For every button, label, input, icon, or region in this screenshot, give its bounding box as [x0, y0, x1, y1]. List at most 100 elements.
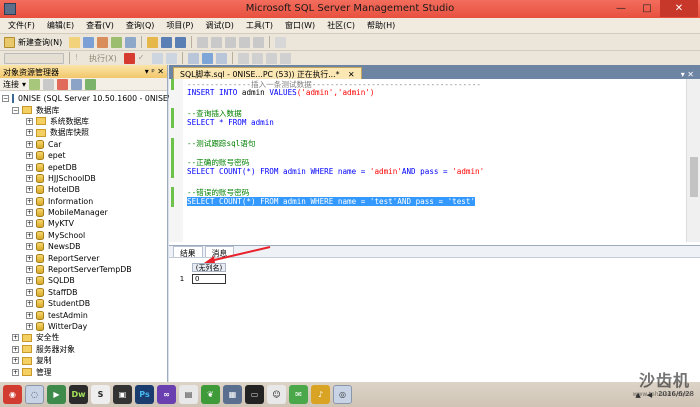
- tree-server-node[interactable]: − 0NISE (SQL Server 10.50.1600 - 0NISE\a: [0, 93, 175, 104]
- filter-icon[interactable]: [71, 78, 83, 90]
- sql-code-editor[interactable]: --------------插入一条测试数据------------------…: [169, 79, 686, 242]
- s-app-icon[interactable]: S: [91, 385, 110, 404]
- tab-close-icon[interactable]: ✕: [348, 70, 355, 79]
- expand-icon[interactable]: +: [26, 288, 33, 296]
- connect-object-icon[interactable]: [29, 78, 41, 90]
- tree-database-item[interactable]: + StudentDB: [0, 298, 167, 309]
- connect-button[interactable]: 连接: [3, 79, 19, 90]
- dmx-query-icon[interactable]: [111, 36, 123, 48]
- expand-icon[interactable]: +: [26, 186, 33, 194]
- results-to-text-icon[interactable]: [187, 52, 199, 64]
- expand-icon[interactable]: +: [26, 254, 33, 262]
- execute-button[interactable]: 执行(X): [89, 53, 117, 64]
- stop-icon[interactable]: [57, 78, 69, 90]
- save-all-icon[interactable]: [175, 36, 187, 48]
- collapse-icon[interactable]: −: [2, 95, 9, 103]
- tree-database-item[interactable]: + Information: [0, 196, 167, 207]
- qq-icon[interactable]: ☺: [267, 385, 286, 404]
- save-icon[interactable]: [161, 36, 173, 48]
- tree-security-node[interactable]: + 安全性: [0, 332, 167, 343]
- toolbox-icon[interactable]: [253, 36, 265, 48]
- tree-snapshot-node[interactable]: + 数据库快照: [0, 127, 167, 138]
- disconnect-icon[interactable]: [43, 78, 55, 90]
- tree-database-item[interactable]: + Car: [0, 139, 167, 150]
- menu-view[interactable]: 查看(V): [86, 20, 114, 31]
- music-icon[interactable]: ♪: [311, 385, 330, 404]
- query-designer-icon[interactable]: [165, 52, 177, 64]
- tree-database-item[interactable]: + ReportServerTempDB: [0, 264, 167, 275]
- tab-results[interactable]: 结果: [173, 246, 203, 258]
- active-app-icon[interactable]: ◎: [333, 385, 352, 404]
- tree-database-item[interactable]: + testAdmin: [0, 309, 167, 320]
- xmla-query-icon[interactable]: [125, 36, 137, 48]
- menu-query[interactable]: 查询(Q): [126, 20, 155, 31]
- expand-icon[interactable]: +: [26, 300, 33, 308]
- expand-icon[interactable]: +: [26, 231, 33, 239]
- explorer-task-icon[interactable]: ◌: [25, 385, 44, 404]
- tree-database-item[interactable]: + HotelDB: [0, 184, 167, 195]
- analysis-query-icon[interactable]: [83, 36, 95, 48]
- tree-database-item[interactable]: + MobileManager: [0, 207, 167, 218]
- expand-icon[interactable]: +: [26, 152, 33, 160]
- expand-icon[interactable]: +: [12, 357, 19, 365]
- new-query-button[interactable]: 新建查询(N): [18, 37, 62, 48]
- results-to-grid-icon[interactable]: [201, 52, 213, 64]
- uncomment-icon[interactable]: [251, 52, 263, 64]
- tree-management-node[interactable]: + 管理: [0, 366, 167, 377]
- leaf-app-icon[interactable]: ❦: [201, 385, 220, 404]
- editor-scrollbar[interactable]: [686, 79, 700, 242]
- execute-icon[interactable]: !: [75, 53, 86, 64]
- scrollbar-thumb[interactable]: [690, 157, 698, 197]
- properties-icon[interactable]: [239, 36, 251, 48]
- menu-tools[interactable]: 工具(T): [246, 20, 273, 31]
- expand-icon[interactable]: +: [12, 334, 19, 342]
- database-select[interactable]: [4, 52, 64, 64]
- expand-icon[interactable]: +: [12, 368, 19, 376]
- tree-databases-node[interactable]: − 数据库: [0, 104, 167, 115]
- dropdown-icon[interactable]: [275, 36, 287, 48]
- tree-server-objects-node[interactable]: + 服务器对象: [0, 344, 167, 355]
- expand-icon[interactable]: +: [26, 323, 33, 330]
- browser-icon[interactable]: ◉: [3, 385, 22, 404]
- tree-database-item[interactable]: + MySchool: [0, 230, 167, 241]
- expand-icon[interactable]: +: [26, 140, 33, 148]
- maximize-button[interactable]: □: [634, 0, 660, 17]
- tree-database-item[interactable]: + MyKTV: [0, 218, 167, 229]
- wechat-icon[interactable]: ✉: [289, 385, 308, 404]
- expand-icon[interactable]: +: [26, 163, 33, 171]
- menu-file[interactable]: 文件(F): [8, 20, 35, 31]
- object-explorer-icon[interactable]: [211, 36, 223, 48]
- tree-database-item[interactable]: + HJJSchoolDB: [0, 173, 167, 184]
- template-explorer-icon[interactable]: [225, 36, 237, 48]
- tree-system-db-node[interactable]: + 系统数据库: [0, 116, 167, 127]
- expand-icon[interactable]: +: [26, 174, 33, 182]
- document-icon[interactable]: ▤: [179, 385, 198, 404]
- menu-help[interactable]: 帮助(H): [367, 20, 395, 31]
- display-plan-icon[interactable]: [151, 52, 163, 64]
- expand-icon[interactable]: +: [26, 129, 33, 137]
- cancel-query-icon[interactable]: [123, 52, 135, 64]
- comment-icon[interactable]: [237, 52, 249, 64]
- tree-replication-node[interactable]: + 复制: [0, 355, 167, 366]
- tab-list-close-icon[interactable]: ▾ ✕: [681, 70, 700, 79]
- cmd-icon[interactable]: ▭: [245, 385, 264, 404]
- dreamweaver-icon[interactable]: Dw: [69, 385, 88, 404]
- menu-edit[interactable]: 编辑(E): [47, 20, 74, 31]
- refresh-icon[interactable]: [85, 78, 97, 90]
- menu-community[interactable]: 社区(C): [327, 20, 355, 31]
- collapse-icon[interactable]: −: [12, 106, 19, 114]
- tree-database-item[interactable]: + NewsDB: [0, 241, 167, 252]
- parse-icon[interactable]: ✓: [138, 53, 149, 64]
- expand-icon[interactable]: +: [26, 117, 33, 125]
- pin-icon[interactable]: ▾ ᵖ ✕: [145, 67, 164, 76]
- photoshop-icon[interactable]: Ps: [135, 385, 154, 404]
- expand-icon[interactable]: +: [26, 209, 33, 217]
- connect-dropdown-icon[interactable]: ▾: [22, 80, 26, 89]
- tree-database-item[interactable]: + StaffDB: [0, 287, 167, 298]
- expand-icon[interactable]: +: [26, 220, 33, 228]
- minimize-button[interactable]: —: [608, 0, 634, 17]
- terminal-icon[interactable]: ▣: [113, 385, 132, 404]
- registered-servers-icon[interactable]: [197, 36, 209, 48]
- outdent-icon[interactable]: [279, 52, 291, 64]
- close-button[interactable]: ✕: [660, 0, 698, 17]
